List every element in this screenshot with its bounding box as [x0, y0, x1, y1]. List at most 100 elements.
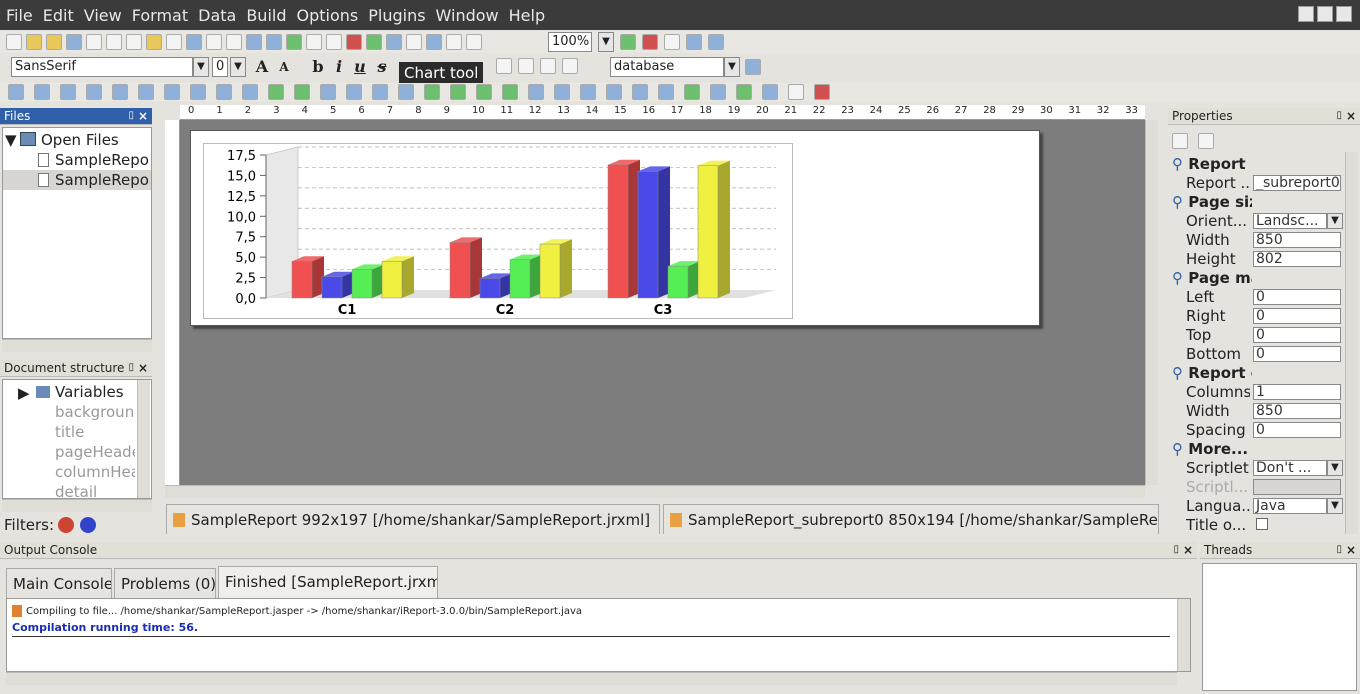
menu-edit[interactable]: Edit: [39, 6, 78, 25]
same-size-icon[interactable]: [216, 84, 232, 100]
designer-hscrollbar[interactable]: [165, 485, 1145, 498]
tab-samplereport[interactable]: SampleReport 992x197 [/home/shankar/Samp…: [166, 504, 660, 534]
page-width-field[interactable]: 850: [1253, 232, 1341, 248]
bring-front-icon[interactable]: [710, 84, 726, 100]
menu-help[interactable]: Help: [505, 6, 549, 25]
pin-icon[interactable]: ▯: [1173, 542, 1179, 558]
docstruct-hscrollbar[interactable]: [2, 499, 152, 512]
magnet-icon[interactable]: [814, 84, 830, 100]
tab-main-console[interactable]: Main Console: [6, 568, 112, 598]
properties-vscrollbar[interactable]: [1345, 152, 1358, 534]
hspacing-remove-icon[interactable]: [398, 84, 414, 100]
increase-font-icon[interactable]: A: [252, 57, 272, 77]
adapt-height-icon[interactable]: [580, 84, 596, 100]
open-icon[interactable]: [46, 34, 62, 50]
datasource-dropdown[interactable]: ▼: [724, 57, 740, 77]
cut-icon[interactable]: [106, 34, 122, 50]
copy-icon[interactable]: [126, 34, 142, 50]
fit-bottom-icon[interactable]: [632, 84, 648, 100]
center-page-icon[interactable]: [242, 84, 258, 100]
band-pageheader[interactable]: pageHeader: [55, 443, 135, 461]
run-icon[interactable]: [686, 34, 702, 50]
scriptlet-dropdown[interactable]: ▼: [1327, 460, 1343, 476]
align-center-text-icon[interactable]: [518, 58, 534, 74]
fit-both-icon[interactable]: [658, 84, 674, 100]
align-vcenter-icon[interactable]: [138, 84, 154, 100]
vspacing-inc-icon[interactable]: [450, 84, 466, 100]
open-files-node[interactable]: Open Files: [41, 131, 119, 149]
adapt-width-icon[interactable]: [554, 84, 570, 100]
categorized-icon[interactable]: [1172, 133, 1188, 149]
close-icon[interactable]: ×: [1183, 542, 1193, 558]
italic-button[interactable]: i: [329, 57, 349, 77]
table-icon[interactable]: [386, 34, 402, 50]
column-width-field[interactable]: 850: [1253, 403, 1341, 419]
datasource-edit-icon[interactable]: [745, 59, 761, 75]
report-name-field[interactable]: _subreport0: [1253, 175, 1341, 191]
grid-icon[interactable]: [684, 84, 700, 100]
pointer-icon[interactable]: [166, 34, 182, 50]
variables-node[interactable]: Variables: [55, 383, 124, 401]
docstruct-vscrollbar[interactable]: [137, 380, 150, 498]
tree-collapsed-icon[interactable]: ▶: [18, 384, 30, 402]
save-icon[interactable]: [66, 34, 82, 50]
band-detail[interactable]: detail: [55, 483, 135, 499]
paste-icon[interactable]: [146, 34, 162, 50]
language-select[interactable]: Java: [1253, 498, 1327, 514]
image-tool-icon[interactable]: [286, 34, 302, 50]
align-left-icon[interactable]: [8, 84, 24, 100]
hspacing-inc-icon[interactable]: [346, 84, 362, 100]
vspacing-remove-icon[interactable]: [502, 84, 518, 100]
subreport-tool-icon[interactable]: [326, 34, 342, 50]
filter-red-icon[interactable]: [58, 517, 74, 533]
align-hcenter-icon[interactable]: [112, 84, 128, 100]
orientation-dropdown[interactable]: ▼: [1327, 213, 1343, 229]
files-hscrollbar[interactable]: [2, 339, 152, 352]
close-icon[interactable]: ×: [1346, 108, 1356, 124]
band-title[interactable]: title: [55, 423, 135, 441]
same-width-icon[interactable]: [164, 84, 180, 100]
close-window-icon[interactable]: [1336, 6, 1352, 22]
fit-top-icon[interactable]: [606, 84, 622, 100]
band-icon[interactable]: [406, 34, 422, 50]
margin-left-field[interactable]: 0: [1253, 289, 1341, 305]
pin-icon[interactable]: ▯: [128, 360, 134, 376]
close-icon[interactable]: ×: [1346, 542, 1356, 558]
font-size-field[interactable]: 0: [212, 57, 228, 77]
ellipse-tool-icon[interactable]: [226, 34, 242, 50]
orientation-select[interactable]: Landsc...: [1253, 213, 1327, 229]
chart-element[interactable]: 0,0 2,5 5,0 7,5 10,0 12,5 15,0 17,5 C1 C2 C3: [203, 143, 793, 319]
text-properties-icon[interactable]: [788, 84, 804, 100]
join-left-icon[interactable]: [268, 84, 284, 100]
run-datasource-icon[interactable]: [708, 34, 724, 50]
scriptlet-select[interactable]: Don't ...: [1253, 460, 1327, 476]
tab-finished[interactable]: Finished [SampleReport.jrxml]: [218, 566, 438, 598]
field-tool-icon[interactable]: [266, 34, 282, 50]
menu-data[interactable]: Data: [194, 6, 240, 25]
order-icon[interactable]: [762, 84, 778, 100]
save-all-icon[interactable]: [86, 34, 102, 50]
zoom-out-icon[interactable]: [642, 34, 658, 50]
zoom-field[interactable]: 100%: [548, 32, 592, 52]
underline-button[interactable]: u: [350, 57, 370, 77]
join-right-icon[interactable]: [294, 84, 310, 100]
menu-options[interactable]: Options: [293, 6, 363, 25]
bold-button[interactable]: b: [308, 57, 328, 77]
adapt-band-icon[interactable]: [528, 84, 544, 100]
wizard-icon[interactable]: [26, 34, 42, 50]
pin-icon[interactable]: ▯: [1336, 542, 1342, 558]
vspacing-dec-icon[interactable]: [476, 84, 492, 100]
margin-right-field[interactable]: 0: [1253, 308, 1341, 324]
columns-field[interactable]: 1: [1253, 384, 1341, 400]
menu-file[interactable]: File: [2, 6, 37, 25]
margin-bottom-field[interactable]: 0: [1253, 346, 1341, 362]
restore-icon[interactable]: [1298, 6, 1314, 22]
close-icon[interactable]: ×: [138, 108, 148, 124]
section-more[interactable]: ⚲ More...: [1172, 440, 1252, 458]
filter-blue-icon[interactable]: [80, 517, 96, 533]
text-tool-icon[interactable]: [246, 34, 262, 50]
menu-build[interactable]: Build: [242, 6, 290, 25]
list-view-icon[interactable]: [1198, 133, 1214, 149]
menu-format[interactable]: Format: [128, 6, 192, 25]
hspacing-icon[interactable]: [320, 84, 336, 100]
